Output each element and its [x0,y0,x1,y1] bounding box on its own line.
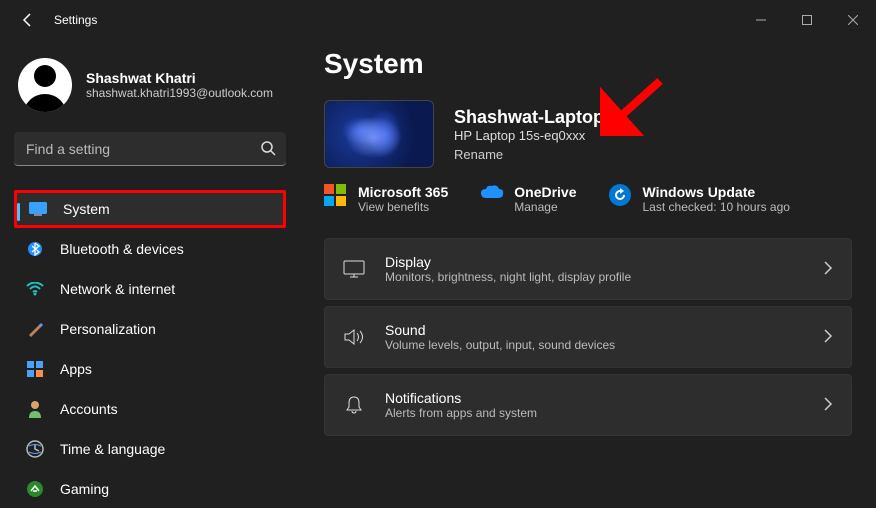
onedrive-icon [480,184,502,206]
sidebar-item-label: Personalization [60,321,156,337]
search-wrap [14,132,286,166]
windows-update-icon [609,184,631,206]
sidebar-item-gaming[interactable]: Gaming [14,470,286,508]
sidebar-item-label: Bluetooth & devices [60,241,184,257]
wifi-icon [26,280,44,298]
card-sound[interactable]: Sound Volume levels, output, input, soun… [324,306,852,368]
search-input[interactable] [14,132,286,166]
service-windows-update[interactable]: Windows Update Last checked: 10 hours ag… [609,184,790,214]
sidebar-item-time[interactable]: Time & language [14,430,286,468]
card-desc: Monitors, brightness, night light, displ… [385,270,631,284]
window-controls [738,0,876,40]
services-row: Microsoft 365 View benefits OneDrive Man… [324,184,852,214]
sidebar-item-label: Gaming [60,481,109,497]
profile-block[interactable]: Shashwat Khatri shashwat.khatri1993@outl… [14,48,286,132]
sidebar-item-system[interactable]: System [14,190,286,228]
microsoft-365-icon [324,184,346,206]
bluetooth-icon [26,240,44,258]
card-title: Display [385,254,631,270]
device-model: HP Laptop 15s-eq0xxx [454,128,604,143]
bell-icon [343,395,365,415]
system-icon [29,200,47,218]
card-title: Notifications [385,390,537,406]
sidebar-item-label: Network & internet [60,281,175,297]
main-content: System Shashwat-Laptop HP Laptop 15s-eq0… [300,40,876,504]
sidebar-item-accounts[interactable]: Accounts [14,390,286,428]
card-notifications[interactable]: Notifications Alerts from apps and syste… [324,374,852,436]
device-row: Shashwat-Laptop HP Laptop 15s-eq0xxx Ren… [324,100,852,168]
sidebar-item-bluetooth[interactable]: Bluetooth & devices [14,230,286,268]
device-name: Shashwat-Laptop [454,107,604,128]
service-name: Windows Update [643,184,790,200]
chevron-right-icon [823,397,833,414]
minimize-button[interactable] [738,0,784,40]
sound-icon [343,328,365,346]
card-title: Sound [385,322,615,338]
sidebar-item-label: Apps [60,361,92,377]
gaming-icon [26,480,44,498]
sidebar-item-personalization[interactable]: Personalization [14,310,286,348]
chevron-right-icon [823,329,833,346]
profile-email: shashwat.khatri1993@outlook.com [86,86,273,100]
titlebar: Settings [0,0,876,40]
back-button[interactable] [8,0,48,40]
card-display[interactable]: Display Monitors, brightness, night ligh… [324,238,852,300]
card-desc: Volume levels, output, input, sound devi… [385,338,615,352]
settings-cards: Display Monitors, brightness, night ligh… [324,238,852,436]
service-onedrive[interactable]: OneDrive Manage [480,184,576,214]
paintbrush-icon [26,320,44,338]
sidebar-item-apps[interactable]: Apps [14,350,286,388]
service-sub: View benefits [358,200,448,214]
rename-link[interactable]: Rename [454,147,604,162]
profile-name: Shashwat Khatri [86,70,273,86]
chevron-right-icon [823,261,833,278]
sidebar: Shashwat Khatri shashwat.khatri1993@outl… [0,40,300,504]
card-desc: Alerts from apps and system [385,406,537,420]
sidebar-item-label: Accounts [60,401,118,417]
apps-icon [26,360,44,378]
sidebar-item-network[interactable]: Network & internet [14,270,286,308]
service-sub: Last checked: 10 hours ago [643,200,790,214]
service-name: OneDrive [514,184,576,200]
service-name: Microsoft 365 [358,184,448,200]
search-icon [260,140,276,159]
window-title: Settings [54,13,97,27]
device-wallpaper-thumb[interactable] [324,100,434,168]
avatar [18,58,72,112]
display-icon [343,260,365,278]
sidebar-item-label: Time & language [60,441,165,457]
close-button[interactable] [830,0,876,40]
service-sub: Manage [514,200,576,214]
service-microsoft365[interactable]: Microsoft 365 View benefits [324,184,448,214]
nav-list: System Bluetooth & devices Network & int… [14,190,286,508]
sidebar-item-label: System [63,201,110,217]
back-arrow-icon [20,12,36,28]
person-icon [26,400,44,418]
clock-globe-icon [26,440,44,458]
maximize-button[interactable] [784,0,830,40]
page-title: System [324,48,852,80]
